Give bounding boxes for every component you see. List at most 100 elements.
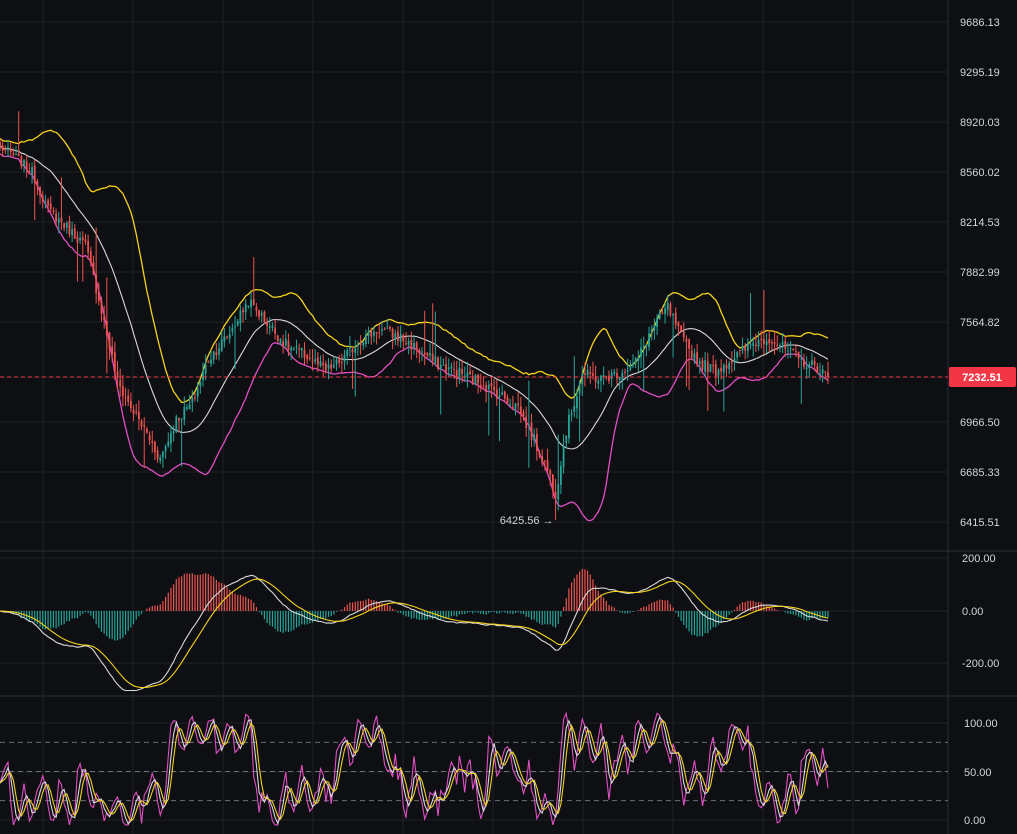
- candle-body: [415, 342, 418, 351]
- candle-body: [202, 372, 204, 380]
- candle-body: [535, 433, 538, 452]
- candle-body: [610, 372, 613, 379]
- candle-body: [97, 291, 100, 301]
- candle-body: [789, 348, 792, 350]
- candle-body: [204, 364, 207, 374]
- candle-body: [781, 341, 784, 345]
- candle-body: [450, 366, 453, 369]
- candle[interactable]: [263, 310, 266, 324]
- candle-body: [375, 332, 378, 334]
- candle-body: [327, 364, 330, 369]
- candle-body: [28, 170, 31, 173]
- price-axis-tick: 9686.13: [960, 17, 1000, 29]
- candle-body: [196, 388, 199, 397]
- candle-body: [49, 203, 52, 209]
- candle-body: [164, 446, 167, 452]
- candle-body: [7, 147, 9, 151]
- candle-body: [84, 239, 87, 242]
- candle-body: [207, 362, 210, 364]
- candle-body: [274, 327, 277, 334]
- candle-body: [343, 354, 346, 362]
- candle-body: [68, 220, 71, 235]
- candle[interactable]: [175, 414, 178, 434]
- candle-body: [586, 369, 589, 376]
- candle-body: [455, 370, 458, 377]
- candle-body: [792, 348, 795, 351]
- candle-body: [773, 341, 776, 344]
- candle-body: [183, 407, 186, 420]
- candle-body: [39, 187, 41, 196]
- candle-body: [252, 299, 255, 305]
- candle-body: [701, 360, 704, 370]
- candle-body: [730, 361, 733, 363]
- candle-body: [319, 361, 322, 366]
- candle-body: [81, 237, 84, 241]
- candle-body: [135, 411, 138, 413]
- candle-body: [108, 332, 111, 349]
- candle-body: [87, 241, 90, 253]
- candle-body: [167, 441, 170, 446]
- candle-body: [546, 460, 549, 471]
- candle-body: [407, 341, 410, 345]
- candle-body: [31, 167, 33, 175]
- candle-body: [119, 379, 122, 387]
- candle-body: [410, 339, 413, 350]
- candle-body: [690, 350, 693, 358]
- candle-body: [218, 348, 220, 355]
- candle-body: [519, 406, 522, 415]
- candle-body: [338, 358, 341, 363]
- candle-body: [391, 328, 394, 338]
- candle-body: [335, 359, 338, 365]
- candle-body: [824, 371, 827, 373]
- candle-body: [100, 300, 103, 315]
- candle-body: [111, 346, 114, 355]
- candle-body: [557, 483, 560, 500]
- candle-body: [220, 339, 223, 351]
- candle-body: [71, 229, 74, 236]
- candle[interactable]: [680, 325, 682, 332]
- candle-body: [466, 372, 469, 378]
- candle-body: [170, 433, 172, 444]
- candle-body: [276, 335, 279, 341]
- candle-body: [143, 425, 146, 427]
- candle-body: [228, 334, 231, 339]
- candle-body: [146, 428, 148, 433]
- candle-body: [784, 341, 787, 349]
- candle-body: [223, 336, 226, 342]
- candle-body: [137, 411, 140, 420]
- candle-body: [479, 385, 482, 388]
- candle-body: [485, 385, 488, 392]
- candle-body: [768, 339, 771, 344]
- candle-body: [608, 375, 610, 382]
- candle-body: [346, 350, 349, 356]
- candle-body: [706, 361, 709, 373]
- candle-body: [589, 372, 592, 374]
- candle-body: [720, 368, 723, 372]
- candle[interactable]: [709, 363, 712, 373]
- candle-body: [41, 196, 44, 202]
- candle-body: [632, 363, 634, 366]
- candle-body: [616, 373, 618, 379]
- candle-body: [709, 363, 712, 372]
- candle-body: [314, 358, 317, 362]
- candle-body: [156, 450, 159, 459]
- candle-body: [439, 364, 442, 369]
- candle-body: [565, 435, 568, 444]
- candle-body: [653, 325, 656, 330]
- candle-body: [498, 395, 501, 398]
- candle-body: [129, 401, 132, 409]
- candle-body: [236, 321, 239, 326]
- candle-body: [332, 364, 335, 368]
- candle-body: [803, 359, 805, 367]
- candle-body: [760, 338, 763, 340]
- candle-body: [290, 347, 293, 351]
- candle-body: [324, 363, 327, 371]
- candle-body: [666, 302, 669, 311]
- candle-body: [271, 325, 274, 328]
- trading-chart[interactable]: 6425.56 → 7232.51 9686.13 9295.19 8920.03 85…: [0, 0, 1017, 834]
- candle-body: [282, 341, 285, 346]
- candle-body: [284, 338, 287, 346]
- candle[interactable]: [474, 374, 477, 386]
- candle-body: [306, 355, 309, 360]
- candle-body: [674, 312, 677, 325]
